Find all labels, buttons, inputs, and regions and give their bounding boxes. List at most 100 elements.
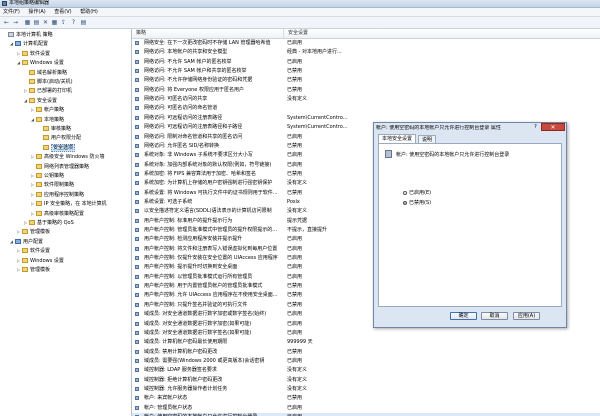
tree-node-label: 网络列表管理器策略 [44, 163, 90, 170]
forward-icon[interactable]: → [12, 19, 19, 26]
tree-node[interactable]: ▷ 帐户策略 [31, 106, 64, 114]
table-row[interactable]: 网络访问: 本地帐户的共享和安全模型 经典 - 对本地用户进行... [132, 48, 600, 56]
tree-node-label: 审核策略 [51, 126, 72, 132]
tree-node[interactable]: ◢ Windows 设置 [17, 59, 64, 67]
tree-node[interactable]: ▷ 软件限制策略 [31, 181, 74, 189]
table-row[interactable]: 域控制器: LDAP 服务器签名要求 没有定义 [132, 366, 600, 374]
tree-node-label: 已部署的打印机 [37, 88, 73, 95]
column-header-setting[interactable]: 安全设置 [283, 29, 368, 38]
dialog-help-icon[interactable]: ? [532, 124, 539, 131]
table-row[interactable]: 域成员: 计算机帐户密码最长使用期限 999999 天 [132, 338, 600, 346]
policy-item-icon [135, 349, 139, 354]
security-setting-cell: 提示凭据 [287, 217, 308, 224]
tree-node[interactable]: 用户权限分配 [38, 134, 81, 142]
table-row[interactable]: 帐户: 来宾帐户状态 已禁用 [132, 394, 600, 402]
show-tree-icon[interactable]: ▦ [24, 19, 31, 26]
column-header-policy[interactable]: 策略 [132, 29, 286, 38]
security-setting-cell: 已禁用 [287, 170, 303, 177]
list-header: 策略 安全设置 [132, 29, 600, 39]
table-row[interactable]: 网络安全: 在下一次更改密码时不存储 LAN 管理器哈希值 已启用 [132, 39, 600, 47]
list-view-icon[interactable]: ▤ [33, 19, 40, 26]
apply-button[interactable]: 应用(A) [513, 312, 540, 320]
policy-name-cell: 域成员: 计算机帐户密码最长使用期限 [144, 339, 228, 346]
cancel-button[interactable]: 取消 [481, 312, 508, 320]
policy-item-icon [135, 405, 139, 410]
tree-node[interactable]: ▷ 软件设置 [17, 247, 50, 255]
tree-node[interactable]: ▷ 公钥策略 [31, 172, 64, 180]
tree-node[interactable]: ▷ 高级审核策略配置 [31, 210, 84, 218]
menu-view[interactable]: 查看(V) [54, 8, 71, 16]
enabled-radio[interactable]: 已启用(E) [403, 190, 431, 196]
security-setting-cell: 没有定义 [287, 208, 308, 215]
table-row[interactable]: 域成员: 需要强(Windows 2000 或更高版本)会话密钥 已启用 [132, 357, 600, 365]
tree-node[interactable]: 域名解析策略 [24, 69, 67, 77]
table-row[interactable]: 网络访问: 可匿名访问的命名管道 [132, 104, 600, 112]
tree-node[interactable]: ◢ 安全设置 [24, 97, 57, 105]
dialog-close-icon[interactable]: ✕ [541, 123, 565, 131]
radio-circle-icon [403, 200, 407, 205]
tree-node[interactable]: ▷ 管理模板 [17, 228, 50, 236]
help-icon[interactable]: ? [70, 19, 77, 26]
ok-button[interactable]: 确定 [450, 312, 477, 320]
table-row[interactable]: 网络访问: 不允许 SAM 帐户的匿名枚举 已启用 [132, 58, 600, 66]
tree-node[interactable]: 网络列表管理器策略 [31, 163, 89, 171]
policy-name-cell: 用户帐户控制: 仅提升安装在安全位置的 UIAccess 应用程序 [144, 255, 278, 262]
tree-node[interactable]: ▷ 软件设置 [17, 50, 50, 58]
tree-node[interactable]: ◢ 本地策略 [31, 116, 64, 124]
security-setting-cell: 已启用 [287, 273, 303, 280]
tree-node[interactable]: ▷ 基于策略的 QoS [24, 219, 74, 227]
policy-name-cell: 系统加密: 为计算机上存储的用户密钥强制进行强密钥保护 [144, 180, 273, 187]
table-row[interactable]: 帐户: 管理员帐户状态 已启用 [132, 404, 600, 412]
menu-file[interactable]: 文件(F) [3, 8, 20, 16]
properties-icon[interactable]: ▦ [51, 19, 58, 26]
tree-node-label: 应用程序控制策略 [44, 191, 85, 198]
back-icon[interactable]: ← [3, 19, 10, 26]
console-icon[interactable]: ▤ [80, 19, 87, 26]
tree-node[interactable]: ▷ 已部署的打印机 [24, 87, 72, 95]
folder-icon [22, 248, 28, 254]
policy-name-cell: 系统加密: 将 FIPS 兼容算法用于加密、哈希和签名 [144, 170, 256, 177]
table-row[interactable]: 域成员: 禁用计算机帐户密码更改 已禁用 [132, 348, 600, 356]
policy-item-icon [135, 302, 139, 307]
table-row[interactable]: 网络访问: 可匿名访问的共享 没有定义 [132, 95, 600, 103]
table-row[interactable]: 网络访问: 将 Everyone 权限应用于匿名用户 已禁用 [132, 86, 600, 94]
policy-item-icon [135, 153, 139, 158]
disabled-radio[interactable]: 已禁用(S) [403, 200, 431, 206]
policy-item-icon [135, 69, 139, 74]
security-setting-cell: 没有定义 [287, 376, 308, 383]
security-setting-cell: 已启用 [287, 161, 303, 168]
tree-node[interactable]: ▷ 管理模板 [17, 266, 50, 274]
folder-icon [36, 116, 42, 122]
policy-name-cell: 网络访问: 限制对命名管道和共享的匿名访问 [144, 133, 243, 140]
table-row[interactable]: 域成员: 对安全通道数据进行数字签名(如果可能) 已启用 [132, 329, 600, 337]
security-setting-cell: 已启用 [287, 40, 303, 46]
tree-node-label: 本地计算机 策略 [16, 32, 53, 38]
tree-node[interactable]: ▷ Windows 设置 [17, 257, 64, 265]
policy-item-icon [135, 181, 139, 186]
tree-node[interactable]: ◢ 计算机配置 [10, 40, 48, 48]
security-setting-cell: 已启用 [287, 357, 303, 364]
delete-icon[interactable]: ✕ [42, 19, 49, 26]
tree-node[interactable]: 本地计算机 策略 [3, 31, 53, 39]
tree-node[interactable]: 脚本(启动/关机) [24, 78, 73, 86]
menu-help[interactable]: 帮助(H) [80, 8, 98, 16]
tree-node[interactable]: ◢ 用户配置 [10, 238, 43, 246]
policy-item-icon [135, 228, 139, 232]
security-setting-cell: 已禁用 [287, 142, 303, 149]
menu-action[interactable]: 操作(A) [28, 8, 45, 16]
policy-item-icon [135, 321, 139, 326]
tree-node[interactable]: 安全选项 [38, 143, 76, 152]
tree-node[interactable]: 审核策略 [38, 125, 71, 133]
tree-node[interactable]: ▷ IP 安全策略，在 本地计算机 [31, 200, 107, 208]
folder-icon [22, 50, 28, 56]
table-row[interactable]: 域控制器: 拒绝计算机帐户密码更改 没有定义 [132, 376, 600, 384]
security-setting-cell: 已禁用 [287, 301, 303, 308]
table-row[interactable]: 网络访问: 不允许 SAM 帐户和共享的匿名枚举 已禁用 [132, 67, 600, 75]
table-row[interactable]: 域控制器: 允许服务器操作者计划任务 没有定义 [132, 385, 600, 393]
export-list-icon[interactable]: ⇪ [60, 19, 67, 26]
tree-node-label: 公钥策略 [44, 173, 65, 179]
tree-node[interactable]: ▷ 高级安全 Windows 防火墙 [31, 153, 105, 161]
tree-node[interactable]: ▷ 应用程序控制策略 [31, 191, 84, 199]
table-row[interactable]: 网络访问: 不允许存储网络身份验证的密码和凭据 已禁用 [132, 76, 600, 84]
table-row[interactable]: 网络访问: 可远程访问的注册表路径 System\CurrentContro... [132, 114, 600, 122]
